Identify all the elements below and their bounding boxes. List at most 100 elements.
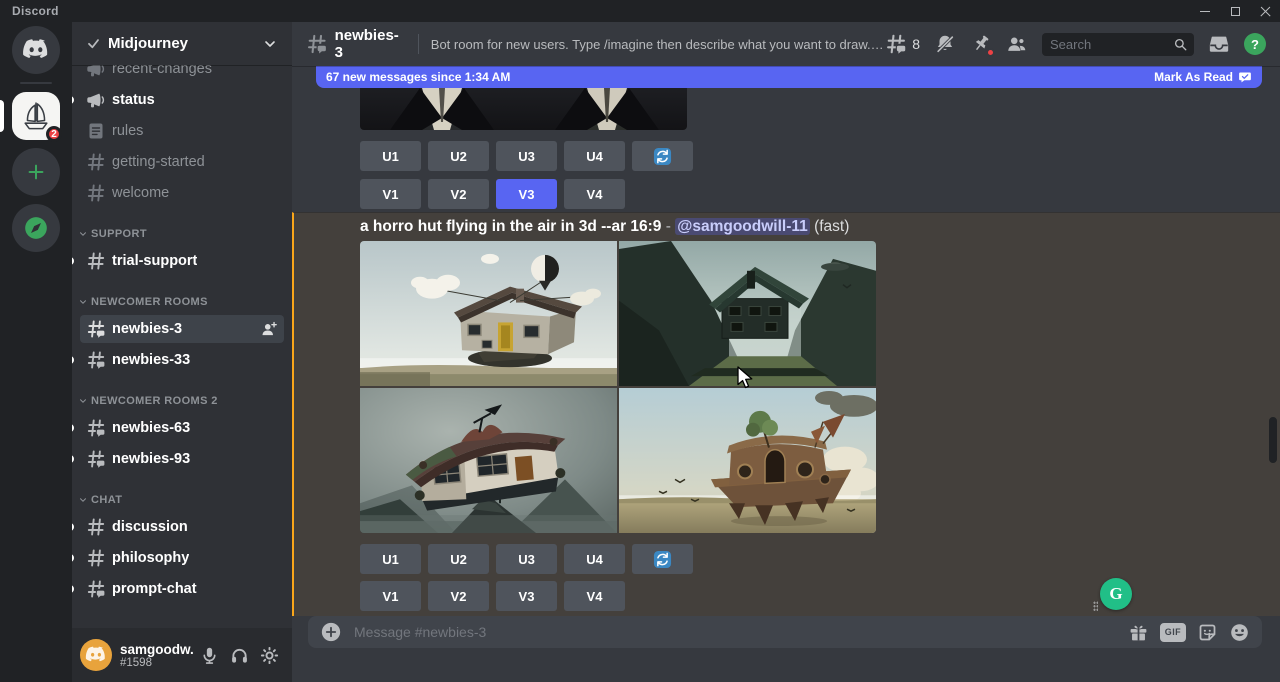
pinned-messages-button[interactable]	[970, 33, 992, 55]
channel-header: newbies-3 Bot room for new users. Type /…	[292, 22, 1280, 66]
sticker-icon[interactable]	[1197, 622, 1218, 643]
user-settings-button[interactable]	[254, 640, 284, 670]
grammarly-widget[interactable]: G	[1100, 578, 1132, 610]
generated-image-4[interactable]	[619, 388, 876, 533]
variation-button-v2[interactable]: V2	[428, 179, 489, 209]
search-box[interactable]	[1042, 33, 1194, 56]
new-pins-dot	[986, 48, 995, 57]
upscale-button-u2[interactable]: U2	[428, 544, 489, 574]
sidebar-item-newbies-63[interactable]: newbies-63	[80, 414, 284, 442]
sidebar-item-welcome[interactable]: welcome	[80, 179, 284, 207]
category-newcomer-rooms-2[interactable]: NEWCOMER ROOMS 2	[72, 388, 292, 414]
server-name: Midjourney	[108, 35, 188, 52]
upscale-button-u1[interactable]: U1	[360, 544, 421, 574]
emoji-icon[interactable]	[1229, 622, 1250, 643]
variation-button-v3-active[interactable]: V3	[496, 179, 557, 209]
upscale-button-u1[interactable]: U1	[360, 141, 421, 171]
sidebar-item-trial-support[interactable]: trial-support	[80, 247, 284, 275]
unread-pill	[72, 523, 74, 531]
chat-scrollbar-thumb[interactable]	[1269, 417, 1277, 463]
window-titlebar: Discord	[0, 0, 1280, 22]
sidebar-item-discussion[interactable]: discussion	[80, 513, 284, 541]
message-input[interactable]	[352, 623, 1118, 641]
channel-topic[interactable]: Bot room for new users. Type /imagine th…	[431, 37, 885, 52]
threads-button[interactable]	[885, 33, 907, 55]
home-button[interactable]	[0, 26, 72, 74]
category-chat[interactable]: CHAT	[72, 487, 292, 513]
sidebar-item-getting-started[interactable]: getting-started	[80, 148, 284, 176]
user-mention[interactable]: @samgoodwill-11	[675, 218, 810, 235]
search-input[interactable]	[1048, 36, 1173, 53]
variation-button-v2[interactable]: V2	[428, 581, 489, 611]
hash-chat-icon	[86, 319, 106, 339]
window-minimize-button[interactable]	[1190, 0, 1220, 22]
sidebar-item-newbies-93[interactable]: newbies-93	[80, 445, 284, 473]
deafen-button[interactable]	[224, 640, 254, 670]
threads-count: 8	[912, 36, 920, 52]
explore-servers-button[interactable]	[0, 204, 72, 252]
help-button[interactable]: ?	[1244, 33, 1266, 55]
sidebar-item-rules[interactable]: rules	[80, 117, 284, 145]
variation-button-v1[interactable]: V1	[360, 581, 421, 611]
member-list-button[interactable]	[1006, 33, 1028, 55]
attach-file-button[interactable]	[320, 621, 342, 643]
hash-icon	[86, 183, 106, 203]
mute-mic-button[interactable]	[194, 640, 224, 670]
mark-as-read-button[interactable]: Mark As Read	[1154, 70, 1252, 84]
upscale-button-u3[interactable]: U3	[496, 141, 557, 171]
chevron-down-icon	[78, 229, 88, 239]
invite-people-icon[interactable]	[260, 320, 278, 338]
inbox-button[interactable]	[1208, 33, 1230, 55]
rail-divider	[20, 82, 52, 84]
image-grid-attachment[interactable]	[360, 241, 876, 533]
selected-server-pill	[0, 100, 4, 132]
generation-mode: (fast)	[814, 218, 849, 235]
gift-icon[interactable]	[1128, 622, 1149, 643]
discord-logo-icon	[22, 39, 50, 61]
upscale-button-u4[interactable]: U4	[564, 544, 625, 574]
hash-chat-icon	[86, 418, 106, 438]
generated-image-2[interactable]	[619, 241, 876, 386]
sidebar-item-philosophy[interactable]: philosophy	[80, 544, 284, 572]
refresh-icon	[653, 147, 672, 166]
server-icon-midjourney[interactable]: 2	[0, 92, 72, 140]
window-close-button[interactable]	[1250, 0, 1280, 22]
variation-button-v4[interactable]: V4	[564, 179, 625, 209]
window-maximize-button[interactable]	[1220, 0, 1250, 22]
generated-image-1[interactable]	[360, 241, 617, 386]
sidebar-item-recent-changes[interactable]: recent-changes	[80, 65, 284, 83]
generated-image-attachment[interactable]	[360, 88, 687, 130]
new-messages-banner[interactable]: 67 new messages since 1:34 AM Mark As Re…	[316, 66, 1262, 88]
upscale-button-u2[interactable]: U2	[428, 141, 489, 171]
add-server-button[interactable]	[0, 148, 72, 196]
refresh-icon	[653, 550, 672, 569]
gif-picker-button[interactable]: GIF	[1160, 623, 1186, 642]
category-support[interactable]: SUPPORT	[72, 221, 292, 247]
user-discriminator: #1598	[120, 657, 194, 669]
notification-settings-button[interactable]	[934, 33, 956, 55]
reroll-button[interactable]	[632, 141, 693, 171]
variation-button-v4[interactable]: V4	[564, 581, 625, 611]
new-messages-text: 67 new messages since 1:34 AM	[326, 70, 510, 84]
server-header[interactable]: Midjourney	[72, 22, 292, 65]
unread-pill	[72, 96, 74, 104]
reroll-button[interactable]	[632, 544, 693, 574]
generated-image-3[interactable]	[360, 388, 617, 533]
message-composer: GIF	[308, 616, 1262, 648]
sidebar-item-newbies-33[interactable]: newbies-33	[80, 346, 284, 374]
hash-chat-icon	[306, 33, 328, 55]
unread-pill	[72, 356, 74, 364]
variation-button-v3[interactable]: V3	[496, 581, 557, 611]
microphone-icon	[200, 646, 219, 665]
category-newcomer-rooms[interactable]: NEWCOMER ROOMS	[72, 289, 292, 315]
megaphone-icon	[86, 90, 106, 110]
user-avatar[interactable]	[80, 639, 112, 671]
sidebar-item-status[interactable]: status	[80, 86, 284, 114]
sidebar-item-newbies-3[interactable]: newbies-3	[80, 315, 284, 343]
variation-button-v1[interactable]: V1	[360, 179, 421, 209]
upscale-button-u4[interactable]: U4	[564, 141, 625, 171]
upscale-button-u3[interactable]: U3	[496, 544, 557, 574]
unread-pill	[72, 424, 74, 432]
chat-area: newbies-3 Bot room for new users. Type /…	[292, 22, 1280, 682]
sidebar-item-prompt-chat[interactable]: prompt-chat	[80, 575, 284, 603]
